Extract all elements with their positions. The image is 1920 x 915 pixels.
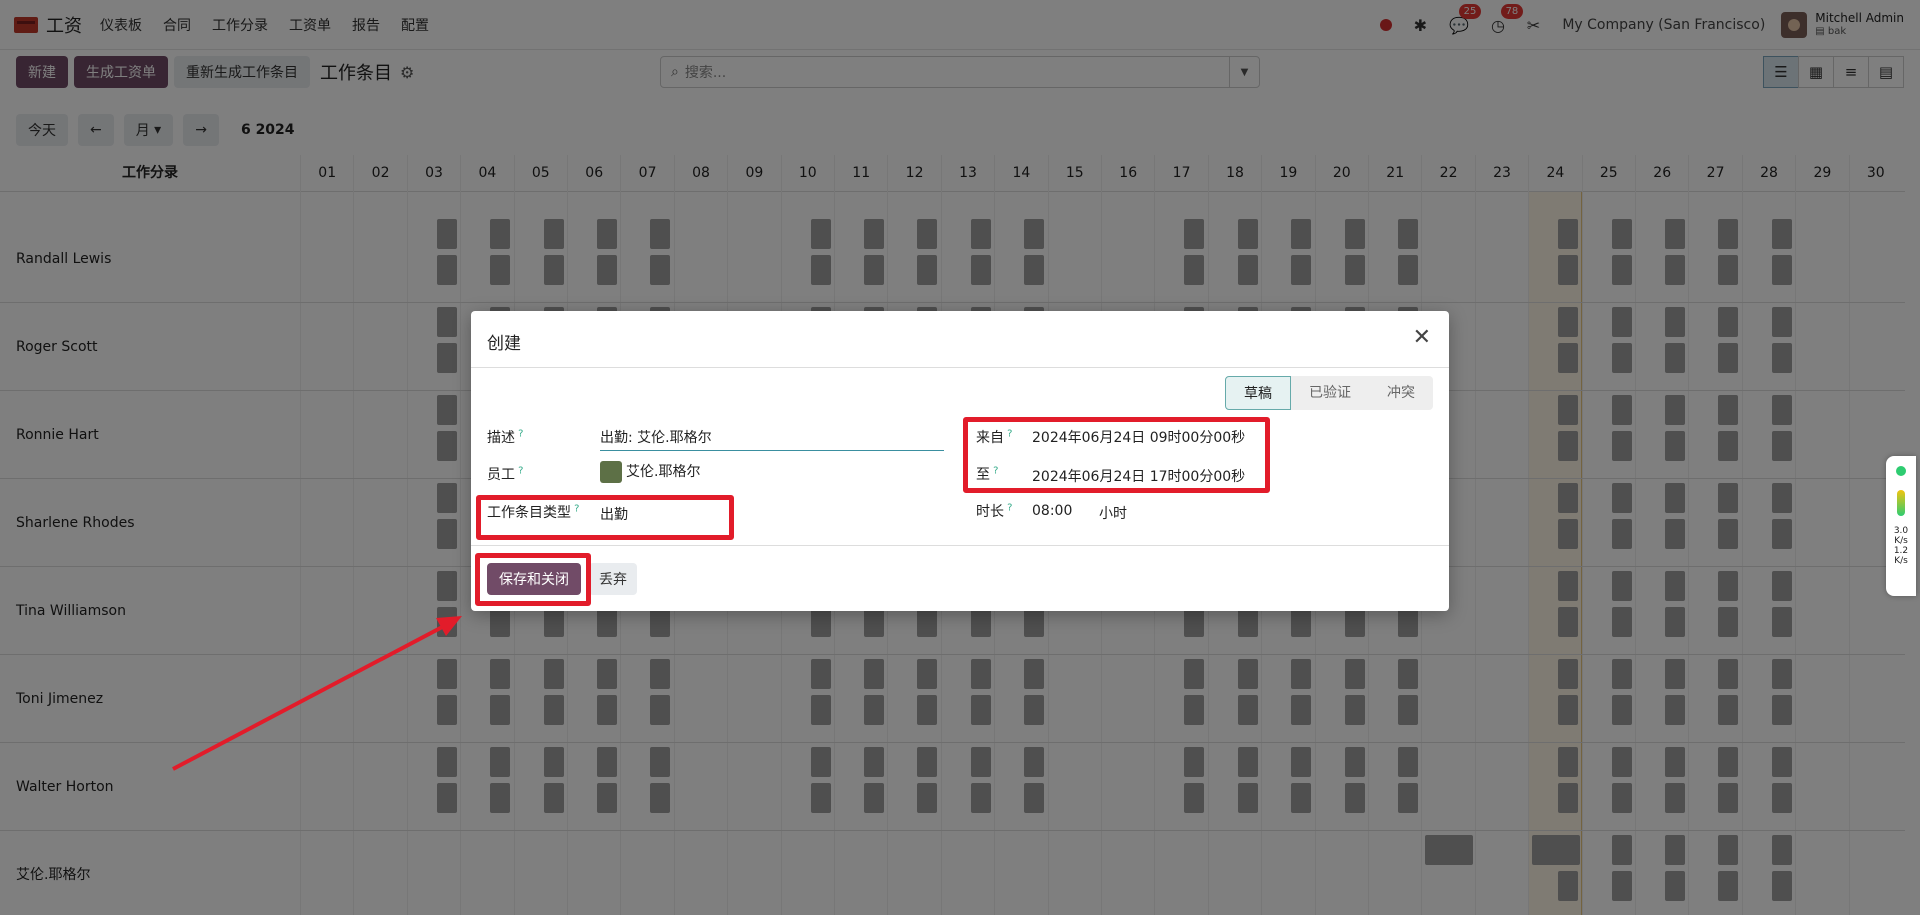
download-unit: K/s [1894, 556, 1908, 566]
download-speed: 1.2 [1893, 546, 1909, 556]
level-bar-icon [1897, 490, 1905, 516]
annotation-arrow [172, 616, 462, 771]
upload-unit: K/s [1894, 536, 1908, 546]
status-dot-icon [1896, 466, 1906, 476]
network-speed-widget[interactable]: 3.0 K/s 1.2 K/s [1886, 456, 1916, 596]
upload-speed: 3.0 [1893, 526, 1909, 536]
